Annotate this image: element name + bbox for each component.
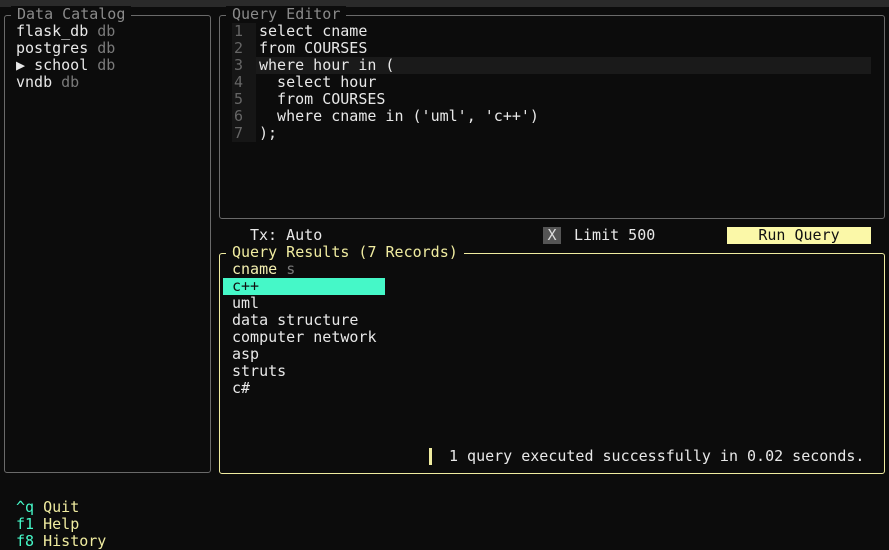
result-cell[interactable]: c# (232, 380, 250, 397)
code-line[interactable]: from COURSES (259, 40, 367, 57)
line-number: 3 (232, 57, 256, 74)
catalog-item-school[interactable]: ▶ school db (16, 57, 115, 74)
footer-history[interactable]: f8 History (16, 532, 106, 550)
action-label: History (43, 532, 107, 550)
limit-input[interactable]: Limit 500 (574, 227, 655, 244)
line-number: 4 (232, 74, 256, 91)
code-line[interactable]: select cname (259, 23, 367, 40)
footer-bar: ^q Quit f1 Help f8 History (7, 482, 106, 550)
transaction-mode-button[interactable]: Tx: Auto (250, 227, 322, 244)
result-cell[interactable]: struts (232, 363, 286, 380)
run-query-button[interactable]: Run Query (727, 227, 871, 244)
status-indicator-bar (429, 448, 432, 465)
line-number: 6 (232, 108, 256, 125)
result-cell[interactable]: computer network (232, 329, 377, 346)
query-results-title: Query Results (7 Records) (226, 244, 464, 261)
line-number: 1 (232, 23, 256, 40)
catalog-item-name: school (34, 56, 89, 74)
catalog-item-vndb[interactable]: vndb db (16, 74, 79, 91)
catalog-item-name: flask_db (16, 22, 89, 40)
catalog-item-type: db (61, 73, 80, 91)
action-label: Quit (43, 498, 80, 516)
footer-help[interactable]: f1 Help (16, 515, 79, 533)
window-top-bar (0, 0, 889, 7)
key-label: f1 (16, 515, 35, 533)
catalog-item-type: db (97, 22, 116, 40)
query-editor-title: Query Editor (226, 6, 347, 23)
column-type: s (286, 260, 296, 278)
line-number: 5 (232, 91, 256, 108)
code-line[interactable]: from COURSES (259, 91, 385, 108)
catalog-item-name: vndb (16, 73, 53, 91)
result-cell[interactable]: asp (232, 346, 259, 363)
code-line[interactable]: select hour (259, 74, 376, 91)
expand-arrow-icon[interactable]: ▶ (16, 56, 25, 74)
code-line[interactable]: where hour in ( (259, 57, 394, 74)
status-message: 1 query executed successfully in 0.02 se… (449, 447, 865, 465)
catalog-item-postgres[interactable]: postgres db (16, 40, 115, 57)
line-number: 2 (232, 40, 256, 57)
code-line[interactable]: ); (259, 125, 277, 142)
footer-quit[interactable]: ^q Quit (16, 498, 79, 516)
action-label: Help (43, 515, 80, 533)
key-label: ^q (16, 498, 35, 516)
column-name: cname (232, 260, 278, 278)
data-catalog-title: Data Catalog (11, 6, 132, 23)
catalog-item-flask-db[interactable]: flask_db db (16, 23, 115, 40)
limit-checkbox[interactable]: X (543, 227, 561, 244)
result-cell[interactable]: uml (232, 295, 259, 312)
catalog-item-name: postgres (16, 39, 89, 57)
line-number: 7 (232, 125, 256, 142)
key-label: f8 (16, 532, 35, 550)
catalog-item-type: db (97, 56, 116, 74)
catalog-item-type: db (97, 39, 116, 57)
code-line[interactable]: where cname in ('uml', 'c++') (259, 108, 539, 125)
result-cell[interactable]: data structure (232, 312, 358, 329)
result-cell[interactable]: c++ (232, 278, 259, 295)
column-header-cname[interactable]: cname s (232, 261, 295, 278)
